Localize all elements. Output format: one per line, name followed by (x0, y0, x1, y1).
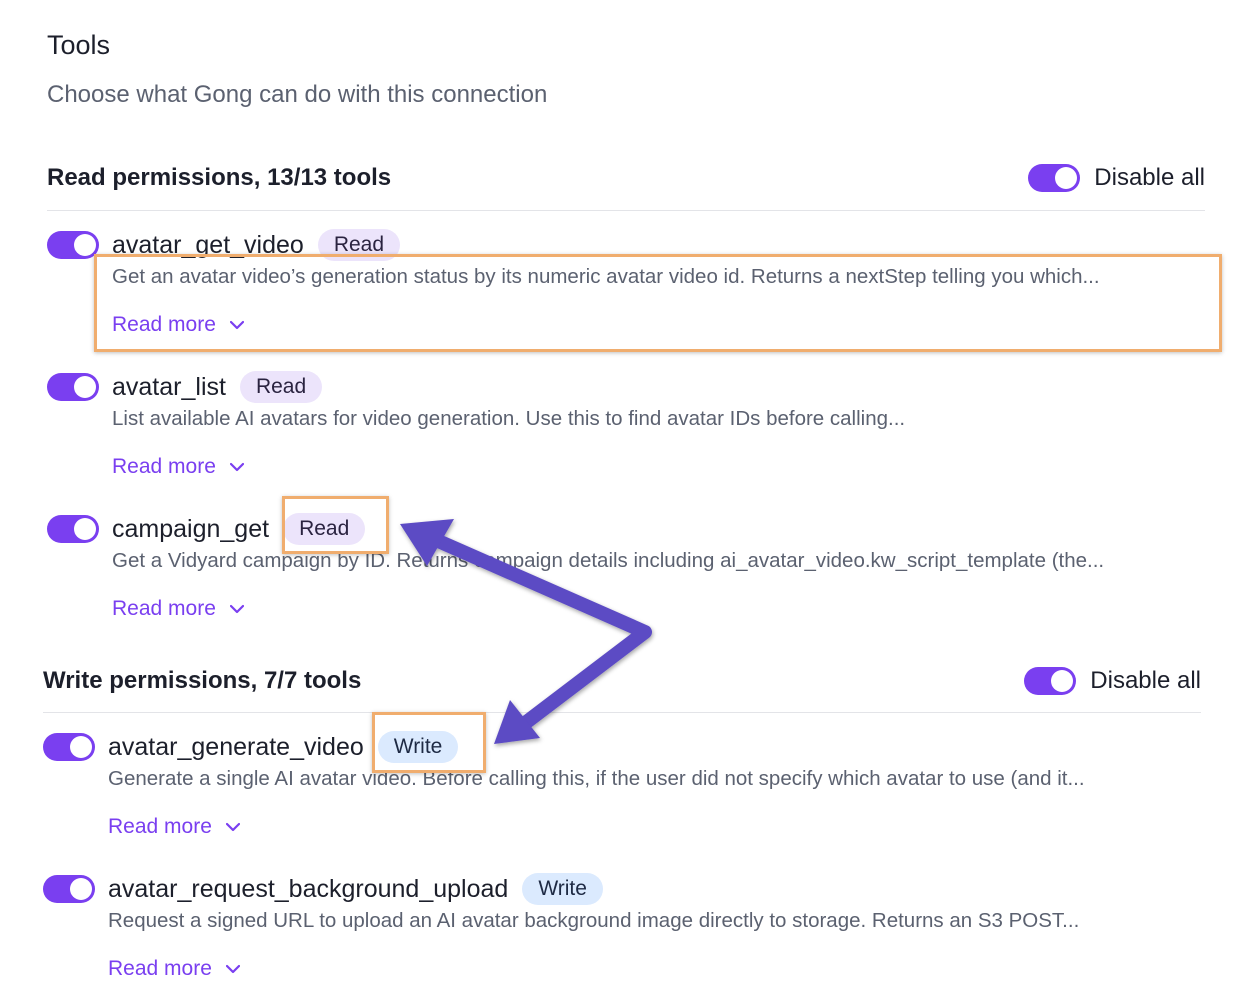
tool-toggle-avatar-request-background-upload[interactable] (43, 875, 95, 903)
read-more-label: Read more (108, 957, 212, 980)
read-more-label: Read more (112, 455, 216, 478)
annotation-double-arrow (400, 519, 652, 744)
page-subtitle: Choose what Gong can do with this connec… (47, 81, 548, 108)
permission-badge-write: Write (522, 873, 603, 905)
write-disable-all-label: Disable all (1090, 667, 1201, 694)
read-more-button[interactable]: Read more (108, 957, 240, 981)
tool-name: avatar_generate_video (108, 732, 364, 761)
write-permissions-title: Write permissions, 7/7 tools (43, 667, 362, 694)
tool-heading: avatar_list Read (112, 371, 323, 403)
chevron-down-icon (229, 604, 244, 614)
tool-name: avatar_get_video (112, 230, 304, 259)
chevron-down-icon (225, 822, 240, 832)
read-more-button[interactable]: Read more (108, 815, 240, 839)
read-more-button[interactable]: Read more (112, 455, 244, 479)
read-disable-all-switch[interactable] (1028, 164, 1081, 192)
write-section-divider (43, 712, 1201, 713)
read-more-label: Read more (112, 597, 216, 620)
write-permissions-header: Write permissions, 7/7 tools Disable all (43, 661, 1201, 701)
chevron-down-icon (229, 462, 244, 472)
tool-name: avatar_request_background_upload (108, 874, 509, 903)
tool-description: List available AI avatars for video gene… (112, 407, 906, 430)
read-permissions-title: Read permissions, 13/13 tools (47, 164, 392, 191)
tool-description: Get an avatar video’s generation status … (112, 265, 1100, 288)
read-disable-all-label: Disable all (1094, 164, 1205, 191)
page-title: Tools (47, 30, 111, 60)
tool-heading: avatar_get_video Read (112, 229, 401, 261)
permission-badge-read: Read (283, 513, 366, 545)
chevron-down-icon (225, 964, 240, 974)
read-more-label: Read more (108, 815, 212, 838)
tool-name: avatar_list (112, 372, 226, 401)
read-disable-all-toggle[interactable]: Disable all (1028, 164, 1205, 192)
tool-toggle-avatar-get-video[interactable] (47, 231, 99, 259)
tool-description: Request a signed URL to upload an AI ava… (108, 909, 1080, 932)
tool-toggle-avatar-list[interactable] (47, 373, 99, 401)
write-disable-all-switch[interactable] (1024, 667, 1077, 695)
tool-toggle-campaign-get[interactable] (47, 515, 99, 543)
tool-description: Get a Vidyard campaign by ID. Returns ca… (112, 549, 1105, 572)
tool-name: campaign_get (112, 514, 270, 543)
tool-heading: avatar_generate_video Write (108, 731, 459, 763)
read-more-label: Read more (112, 313, 216, 336)
tool-heading: avatar_request_background_upload Write (108, 873, 603, 905)
chevron-down-icon (229, 320, 244, 330)
read-more-button[interactable]: Read more (112, 313, 244, 337)
read-section-divider (47, 210, 1205, 211)
write-disable-all-toggle[interactable]: Disable all (1024, 667, 1201, 695)
read-more-button[interactable]: Read more (112, 597, 244, 621)
tool-description: Generate a single AI avatar video. Befor… (108, 767, 1085, 790)
permission-badge-read: Read (239, 371, 323, 403)
permission-badge-read: Read (317, 229, 401, 261)
read-permissions-header: Read permissions, 13/13 tools Disable al… (47, 158, 1205, 198)
permission-badge-write: Write (377, 731, 459, 763)
tool-toggle-avatar-generate-video[interactable] (43, 733, 95, 761)
tool-heading: campaign_get Read (112, 513, 366, 545)
